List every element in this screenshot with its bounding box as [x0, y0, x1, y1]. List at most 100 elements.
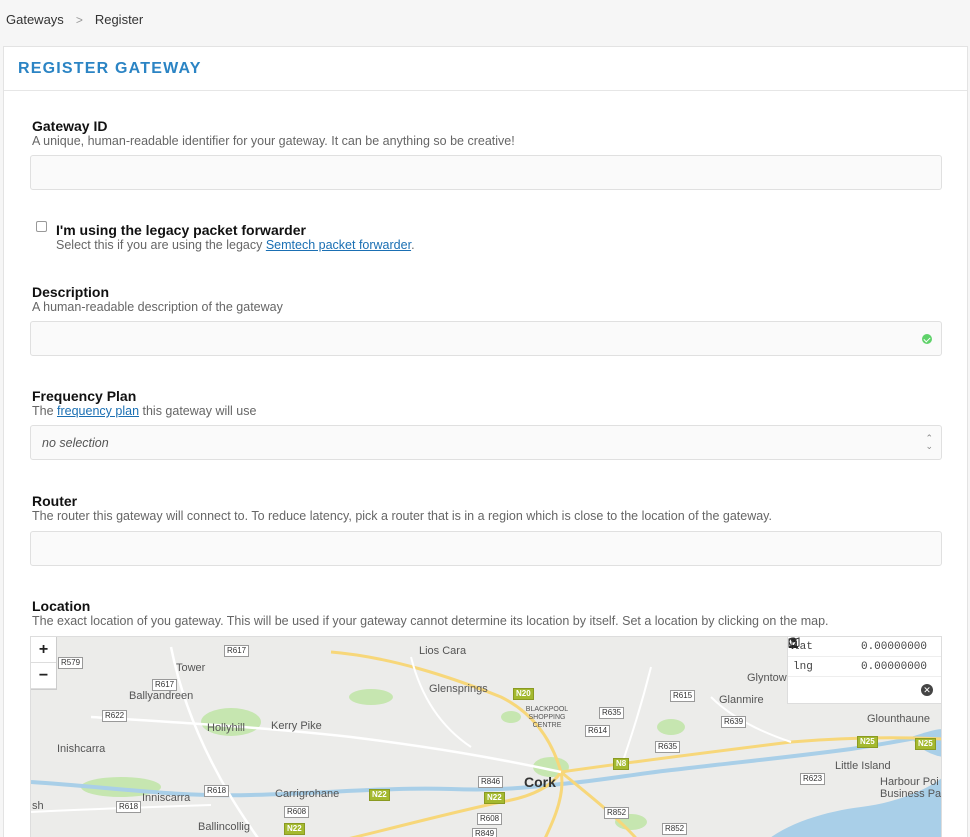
map-road-label: N8 — [613, 758, 630, 770]
map-place-glounthaune: Glounthaune — [867, 713, 930, 725]
frequency-plan-link[interactable]: frequency plan — [57, 404, 139, 418]
map-place-glensprings: Glensprings — [429, 683, 488, 695]
frequency-help-suffix: this gateway will use — [139, 404, 257, 418]
frequency-help-text: The — [32, 404, 58, 418]
frequency-plan-help: The frequency plan this gateway will use — [32, 404, 256, 418]
map-road-label: N20 — [513, 688, 534, 700]
map-road-label: R622 — [102, 710, 128, 722]
zoom-in-button[interactable]: + — [31, 637, 56, 663]
map-road-label: R846 — [478, 776, 504, 788]
map-place-blackpool: BLACKPOOL SHOPPING CENTRE — [525, 706, 569, 729]
map-road-label: R615 — [670, 690, 696, 702]
location-map[interactable]: Lios Cara Tower Ballyandreen Glensprings… — [30, 636, 942, 837]
gateway-id-label: Gateway ID — [32, 118, 108, 134]
map-park — [657, 719, 685, 735]
router-help: The router this gateway will connect to.… — [32, 509, 772, 523]
semtech-forwarder-link[interactable]: Semtech packet forwarder — [266, 238, 411, 252]
map-road-label: R608 — [477, 813, 503, 825]
gateway-id-help: A unique, human-readable identifier for … — [32, 134, 515, 148]
router-label: Router — [32, 493, 78, 509]
map-road-label: R852 — [662, 823, 688, 835]
map-place-sh: sh — [32, 800, 44, 812]
map-park — [501, 711, 521, 723]
map-place-inishcarra: Inishcarra — [57, 743, 106, 755]
router-input[interactable] — [30, 531, 942, 566]
zoom-out-button[interactable]: − — [31, 663, 56, 689]
coordinates-panel: lat 0.00000000 lng 0.00000000 ✕ — [787, 637, 941, 704]
map-road-label: N25 — [915, 738, 936, 750]
map-road-label: R579 — [58, 657, 84, 669]
breadcrumb-separator: > — [75, 12, 83, 27]
map-road-label: R614 — [585, 725, 611, 737]
map-road-label: R617 — [152, 679, 178, 691]
map-place-carrigrohane: Carrigrohane — [275, 788, 340, 800]
register-gateway-panel: REGISTER GATEWAY Gateway ID A unique, hu… — [3, 46, 968, 837]
gateway-id-input[interactable] — [30, 155, 942, 190]
frequency-plan-selected: no selection — [42, 436, 109, 450]
valid-check-icon — [922, 334, 932, 344]
page-title: REGISTER GATEWAY — [18, 59, 202, 77]
map-road-label: R849 — [472, 828, 498, 837]
map-place-lios-cara: Lios Cara — [419, 645, 467, 657]
legacy-forwarder-checkbox[interactable] — [36, 221, 47, 232]
map-place-glyntown: Glyntow — [747, 672, 787, 684]
map-place-ballincollig: Ballincollig — [198, 821, 250, 833]
latitude-row: lat 0.00000000 — [788, 637, 941, 657]
description-label: Description — [32, 284, 110, 300]
longitude-value[interactable]: 0.00000000 — [861, 661, 927, 673]
description-input[interactable] — [30, 321, 942, 356]
map-road-label: R618 — [204, 785, 230, 797]
map-road-label: N25 — [857, 736, 878, 748]
map-road — [349, 771, 563, 837]
map-place-cork: Cork — [524, 774, 556, 790]
map-place-kerry-pike: Kerry Pike — [271, 720, 322, 732]
location-help: The exact location of you gateway. This … — [32, 614, 829, 628]
close-icon[interactable]: ✕ — [918, 681, 936, 699]
chevron-updown-icon: ⌃ ⌄ — [925, 433, 933, 451]
map-road-label: R635 — [599, 707, 625, 719]
longitude-label: lng — [793, 660, 813, 673]
map-place-inniscarra: Inniscarra — [142, 792, 191, 804]
location-label: Location — [32, 598, 91, 614]
description-help: A human-readable description of the gate… — [32, 300, 283, 314]
map-road-label: N22 — [284, 823, 305, 835]
map-road-label: R608 — [284, 806, 310, 818]
map-place-little-island: Little Island — [835, 760, 891, 772]
breadcrumb-gateways-link[interactable]: Gateways — [6, 12, 64, 27]
map-road — [169, 646, 259, 837]
panel-header: REGISTER GATEWAY — [4, 47, 967, 91]
map-place-ballyandreen: Ballyandreen — [129, 690, 194, 702]
frequency-plan-select[interactable]: no selection ⌃ ⌄ — [30, 425, 942, 460]
map-place-hollyhill: Hollyhill — [207, 722, 245, 734]
map-place-glanmire: Glanmire — [719, 694, 764, 706]
map-place-business: Business Pa — [880, 788, 942, 800]
map-road-label: R635 — [655, 741, 681, 753]
legacy-help-text: Select this if you are using the legacy — [56, 238, 266, 252]
map-place-harbour: Harbour Poi — [880, 776, 939, 788]
breadcrumb: Gateways > Register — [6, 12, 143, 27]
map-road-label: N22 — [484, 792, 505, 804]
legacy-help-suffix: . — [411, 238, 415, 252]
pin-icon[interactable] — [788, 638, 912, 699]
map-zoom-control: + − — [31, 637, 57, 690]
map-road-label: R852 — [604, 807, 630, 819]
map-tools: ✕ — [788, 637, 941, 703]
legacy-forwarder-label[interactable]: I'm using the legacy packet forwarder — [56, 222, 306, 238]
map-icon[interactable] — [788, 637, 864, 699]
map-road — [90, 715, 562, 774]
latitude-value[interactable]: 0.00000000 — [861, 641, 927, 653]
map-road-label: R617 — [224, 645, 250, 657]
map-road-label: R623 — [800, 773, 826, 785]
map-road-label: N22 — [369, 789, 390, 801]
map-park — [349, 689, 393, 705]
longitude-row: lng 0.00000000 — [788, 657, 941, 677]
frequency-plan-label: Frequency Plan — [32, 388, 137, 404]
breadcrumb-register: Register — [94, 12, 144, 27]
map-road-label: R639 — [721, 716, 747, 728]
map-road — [620, 666, 652, 768]
map-place-tower: Tower — [176, 662, 206, 674]
user-icon[interactable] — [789, 637, 888, 699]
legacy-forwarder-help: Select this if you are using the legacy … — [56, 238, 415, 252]
map-road-label: R618 — [116, 801, 142, 813]
map-road — [330, 650, 564, 837]
